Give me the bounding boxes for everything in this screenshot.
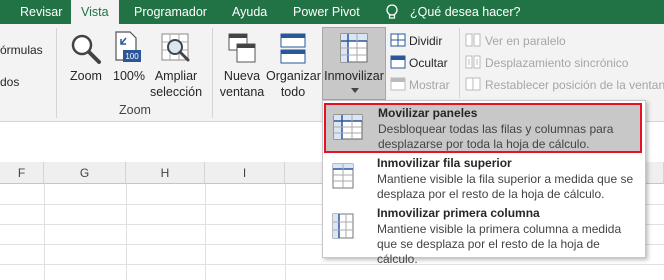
zoom-100-label: 100% — [113, 69, 145, 83]
tab-vista[interactable]: Vista — [71, 0, 119, 24]
side-by-side-icon — [465, 33, 481, 47]
group-separator — [56, 28, 57, 118]
column-header-g[interactable]: G — [44, 162, 126, 184]
menu-item-2-title: Inmovilizar fila superior — [377, 156, 512, 170]
unhide-window-icon — [390, 77, 406, 91]
zoom-group-label: Zoom — [119, 103, 151, 117]
dividir-label: Dividir — [409, 34, 443, 48]
column-header-i[interactable]: I — [205, 162, 285, 184]
sync-scroll-icon — [465, 55, 481, 69]
tell-me-search[interactable]: ¿Qué desea hacer? — [410, 0, 521, 24]
inmovilizar-label: Inmovilizar — [324, 69, 384, 83]
zoom-label: Zoom — [70, 69, 102, 83]
titulos-label[interactable]: dos — [0, 74, 19, 90]
split-icon — [390, 33, 406, 47]
column-gridline — [126, 184, 127, 280]
tab-ayuda[interactable]: Ayuda — [232, 0, 267, 24]
tab-power-pivot[interactable]: Power Pivot — [293, 0, 360, 24]
organizar-label-1: Organizar — [266, 69, 321, 83]
column-gridline — [205, 184, 206, 280]
column-gridline — [285, 184, 286, 280]
menu-item-movilizar-paneles[interactable]: Movilizar paneles Desbloquear todas las … — [324, 103, 642, 153]
group-separator — [459, 28, 460, 98]
column-header-f[interactable]: F — [0, 162, 44, 184]
unfreeze-panes-icon — [333, 114, 363, 140]
nueva-label-2: ventana — [219, 85, 265, 99]
freeze-top-row-icon — [332, 163, 354, 189]
lightbulb-icon — [386, 4, 398, 19]
ocultar-label: Ocultar — [409, 56, 448, 70]
menu-item-1-description: Desbloquear todas las filas y columnas p… — [378, 122, 614, 151]
new-window-icon — [228, 33, 256, 63]
chevron-down-icon — [351, 88, 359, 93]
menu-item-inmovilizar-primera-columna[interactable]: Inmovilizar primera columna Mantiene vis… — [325, 206, 643, 266]
sincronico-label: Desplazamiento sincrónico — [485, 56, 629, 70]
column-header-h[interactable]: H — [126, 162, 205, 184]
menu-item-3-title: Inmovilizar primera columna — [377, 206, 540, 220]
tab-programador[interactable]: Programador — [134, 0, 207, 24]
nueva-label-1: Nueva — [223, 69, 261, 83]
zoom-selection-icon — [161, 33, 190, 62]
mostrar-label: Mostrar — [409, 78, 450, 92]
freeze-first-column-icon — [332, 213, 354, 239]
svg-text:100: 100 — [125, 52, 139, 61]
arrange-all-icon — [280, 33, 306, 64]
freeze-panes-dropdown: Movilizar paneles Desbloquear todas las … — [322, 100, 646, 266]
organizar-label-2: todo — [280, 85, 306, 99]
ampliar-label-2: selección — [149, 85, 203, 99]
column-gridline — [44, 184, 45, 280]
menu-item-3-description: Mantiene visible la primera columna a me… — [377, 222, 622, 266]
freeze-panes-button[interactable]: Inmovilizar — [322, 27, 386, 100]
restablecer-label: Restablecer posición de la ventana — [485, 78, 664, 92]
freeze-panes-icon — [340, 33, 368, 63]
group-separator — [212, 28, 213, 118]
menu-item-inmovilizar-fila-superior[interactable]: Inmovilizar fila superior Mantiene visib… — [325, 156, 643, 206]
reset-position-icon — [465, 77, 481, 91]
hide-window-icon — [390, 55, 406, 69]
zoom-100-icon: 100 — [115, 31, 141, 62]
paralelo-label: Ver en paralelo — [485, 34, 566, 48]
tab-revisar[interactable]: Revisar — [20, 0, 62, 24]
ampliar-label-1: Ampliar — [154, 69, 198, 83]
menu-item-2-description: Mantiene visible la fila superior a medi… — [377, 172, 634, 201]
formulas-label[interactable]: órmulas — [0, 42, 43, 58]
ribbon-tab-bar: Revisar Vista Programador Ayuda Power Pi… — [0, 0, 664, 24]
menu-item-1-title: Movilizar paneles — [378, 106, 478, 120]
magnifier-icon — [71, 34, 101, 64]
